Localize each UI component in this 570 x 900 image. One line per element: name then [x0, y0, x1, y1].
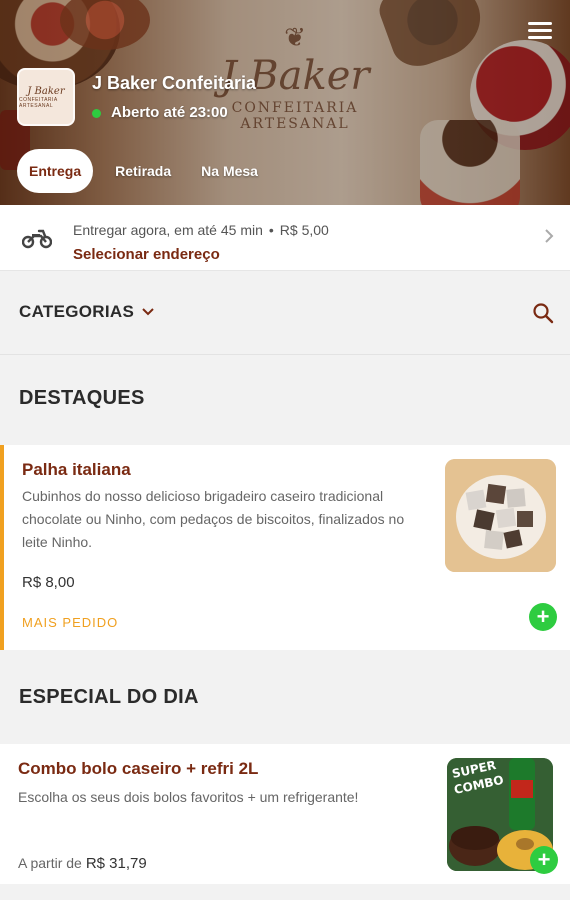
product-card-combo-bolo[interactable]: Combo bolo caseiro + refri 2L Escolha os… — [0, 744, 570, 884]
tab-retirada[interactable]: Retirada — [103, 149, 183, 193]
section-title-destaques: DESTAQUES — [19, 387, 145, 409]
divider — [0, 354, 570, 355]
product-description: Escolha os seus dois bolos favoritos + u… — [18, 789, 359, 805]
product-name: Combo bolo caseiro + refri 2L — [18, 759, 259, 778]
palha-italiana-photo — [445, 459, 556, 572]
plus-icon: + — [536, 604, 550, 629]
categories-bar: CATEGORIAS — [0, 272, 570, 352]
chevron-right-icon — [545, 229, 554, 243]
chevron-down-icon — [142, 308, 154, 316]
product-card-palha-italiana[interactable]: Palha italiana Cubinhos do nosso delicio… — [0, 445, 570, 650]
logo-subtitle: CONFEITARIA ARTESANAL — [19, 96, 58, 109]
store-name: J Baker Confeitaria — [92, 73, 257, 93]
price-value: R$ 31,79 — [85, 855, 147, 872]
delivery-info: Entregar agora, em até 45 min • R$ 5,00 — [73, 221, 329, 239]
store-logo: J Baker CONFEITARIA ARTESANAL — [17, 68, 75, 126]
motorcycle-icon — [22, 229, 52, 249]
categories-label: CATEGORIAS — [19, 302, 135, 321]
most-ordered-badge: MAIS PEDIDO — [22, 615, 119, 630]
store-header: ❦ J Baker CONFEITARIA ARTESANAL J Baker … — [0, 0, 570, 205]
add-to-cart-button[interactable]: + — [530, 846, 558, 874]
order-type-tabs: Entrega Retirada Na Mesa — [17, 149, 270, 193]
categories-dropdown[interactable]: CATEGORIAS — [19, 302, 154, 322]
price-prefix: A partir de — [18, 855, 82, 871]
plus-icon: + — [537, 847, 551, 872]
product-image-palha-italiana — [445, 459, 556, 572]
store-status-text: Aberto até 23:00 — [111, 104, 228, 121]
delivery-fee: R$ 5,00 — [279, 222, 329, 238]
section-title-especial-do-dia: ESPECIAL DO DIA — [19, 686, 199, 708]
logo-name: J Baker — [27, 85, 65, 97]
product-description: Cubinhos do nosso delicioso brigadeiro c… — [22, 488, 405, 550]
select-address-link[interactable]: Selecionar endereço — [73, 245, 220, 265]
product-price: R$ 8,00 — [22, 574, 75, 591]
add-to-cart-button[interactable]: + — [529, 603, 557, 631]
tab-na-mesa[interactable]: Na Mesa — [189, 149, 270, 193]
dot-separator: • — [268, 222, 274, 238]
store-status: Aberto até 23:00 — [92, 104, 228, 122]
search-icon[interactable] — [532, 302, 554, 324]
delivery-address-bar[interactable]: Entregar agora, em até 45 min • R$ 5,00 Se… — [0, 205, 570, 271]
menu-icon[interactable] — [528, 22, 552, 42]
page: ❦ J Baker CONFEITARIA ARTESANAL J Baker … — [0, 0, 570, 900]
status-open-dot-icon — [92, 108, 101, 118]
tab-entrega[interactable]: Entrega — [17, 149, 94, 193]
product-price: A partir de R$ 31,79 — [18, 855, 147, 872]
delivery-eta: Entregar agora, em até 45 min — [73, 222, 263, 238]
product-name: Palha italiana — [22, 460, 131, 479]
